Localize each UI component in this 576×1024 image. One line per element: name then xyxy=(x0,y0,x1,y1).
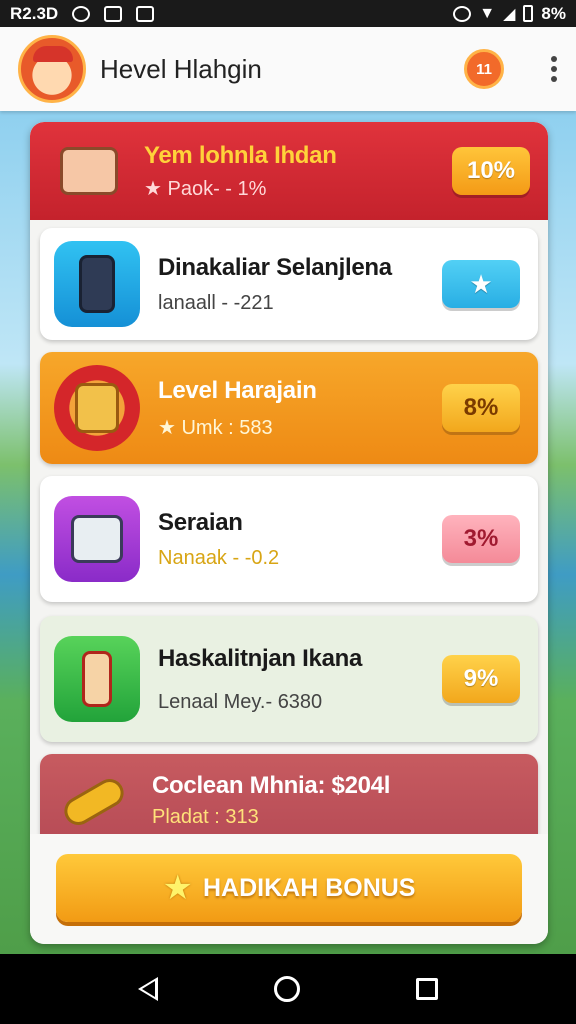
bottle-icon xyxy=(54,636,140,722)
item-subtitle: Lenaal Mey.- 6380 xyxy=(158,690,323,713)
item-subtitle: lanaall - -221 xyxy=(158,291,274,314)
page-title: Hevel Hlahgin xyxy=(100,53,262,84)
star-button[interactable]: ★ xyxy=(442,260,520,308)
message-icon xyxy=(136,5,155,22)
app-bar: Hevel Hlahgin 11 xyxy=(0,27,576,111)
list-item[interactable]: Seraian Nanaak - -0.2 3% xyxy=(40,476,538,602)
battery-icon xyxy=(523,5,534,22)
alarm-icon xyxy=(453,5,472,22)
item-title: Coclean Mhnia: $204l xyxy=(152,772,391,799)
item-title: Seraian xyxy=(158,508,243,536)
signal-icon: ◢ xyxy=(503,5,516,23)
wifi-icon: ▼ xyxy=(479,4,496,22)
item-title: Haskalitnjan Ikana xyxy=(158,644,363,672)
item-title: Yem lohnla Ihdan xyxy=(144,141,337,169)
rewards-panel: Yem lohnla Ihdan ★ Paok- - 1% 10% Dinaka… xyxy=(30,122,548,944)
gift-box-icon xyxy=(52,134,126,208)
list-item[interactable]: Yem lohnla Ihdan ★ Paok- - 1% 10% xyxy=(30,122,548,220)
footer: ★ HADIKAH BONUS xyxy=(30,834,548,944)
item-value-badge[interactable]: 3% xyxy=(442,515,520,563)
item-subtitle: Nanaak - -0.2 xyxy=(158,546,280,569)
status-time: R2.3D xyxy=(10,3,59,23)
bonus-button[interactable]: ★ HADIKAH BONUS xyxy=(56,854,522,922)
phone-icon xyxy=(54,241,140,327)
item-value-badge[interactable]: 8% xyxy=(442,384,520,432)
list-item[interactable]: Haskalitnjan Ikana Lenaal Mey.- 6380 9% xyxy=(40,616,538,742)
avatar[interactable] xyxy=(18,35,86,103)
list-item[interactable]: Level Harajain ★ Umk : 583 8% xyxy=(40,352,538,464)
recent-apps-icon[interactable] xyxy=(416,978,438,1000)
status-bar: R2.3D ▼ ◢ 8% xyxy=(0,0,576,27)
camera-icon xyxy=(54,365,140,451)
item-value-badge[interactable]: 9% xyxy=(442,655,520,703)
list-item[interactable]: Dinakaliar Selanjlena lanaall - -221 ★ xyxy=(40,228,538,340)
notification-icon xyxy=(104,5,123,22)
item-subtitle: ★ Paok- - 1% xyxy=(144,177,267,200)
photo-frame-icon xyxy=(54,496,140,582)
sync-icon xyxy=(72,5,91,22)
notification-badge[interactable]: 11 xyxy=(464,49,504,89)
overflow-menu-icon[interactable] xyxy=(550,56,558,82)
back-icon[interactable] xyxy=(138,977,158,1001)
bonus-button-label: HADIKAH BONUS xyxy=(202,873,416,902)
item-subtitle: Pladat : 313 xyxy=(152,806,259,828)
item-title: Dinakaliar Selanjlena xyxy=(158,253,392,281)
battery-level: 8% xyxy=(541,3,566,23)
item-subtitle: ★ Umk : 583 xyxy=(158,416,273,439)
item-value-badge[interactable]: 10% xyxy=(452,147,530,195)
home-icon[interactable] xyxy=(274,976,300,1002)
system-nav-bar xyxy=(0,954,576,1024)
star-icon: ★ xyxy=(162,869,193,907)
item-title: Level Harajain xyxy=(158,376,317,404)
ticket-icon xyxy=(54,772,134,832)
